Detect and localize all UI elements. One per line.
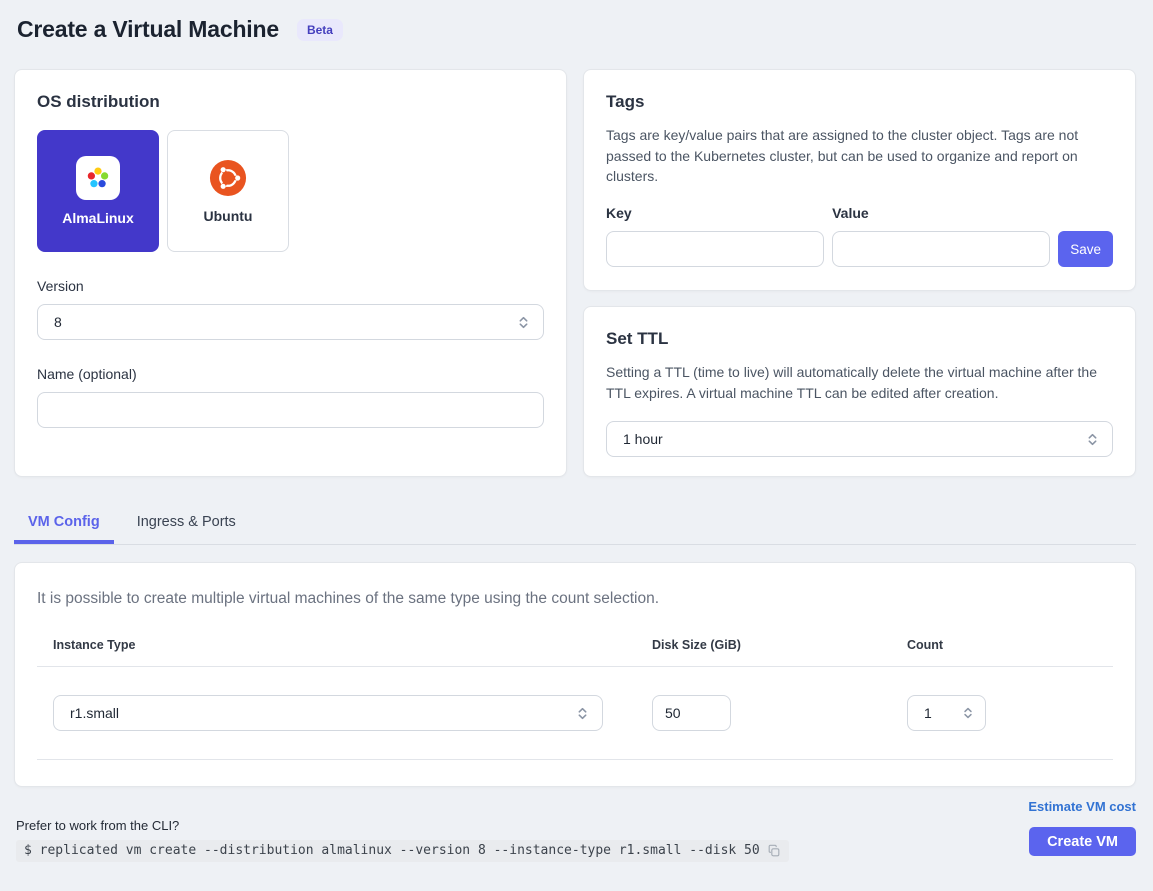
version-select-value: 8 (54, 314, 62, 330)
col-disk-size: Disk Size (GiB) (652, 638, 907, 652)
estimate-vm-cost-link[interactable]: Estimate VM cost (1028, 799, 1136, 814)
col-count: Count (907, 638, 1113, 652)
os-distribution-card: OS distribution AlmaLinux (14, 69, 567, 477)
ttl-card-title: Set TTL (606, 329, 1113, 349)
version-select[interactable]: 8 (37, 304, 544, 340)
chevron-updown-icon (575, 706, 590, 721)
cli-prompt: Prefer to work from the CLI? (16, 818, 789, 833)
count-stepper[interactable]: 1 (907, 695, 986, 731)
ubuntu-logo-icon (208, 158, 248, 198)
page-title: Create a Virtual Machine (17, 16, 279, 43)
tags-card-title: Tags (606, 92, 1113, 112)
vm-table-header: Instance Type Disk Size (GiB) Count (37, 638, 1113, 667)
tags-description: Tags are key/value pairs that are assign… (606, 125, 1113, 187)
right-column: Tags Tags are key/value pairs that are a… (583, 69, 1136, 477)
distribution-tiles: AlmaLinux (37, 130, 544, 252)
ttl-select[interactable]: 1 hour (606, 421, 1113, 457)
vm-table: Instance Type Disk Size (GiB) Count r1.s… (37, 638, 1113, 760)
copy-icon[interactable] (767, 844, 781, 858)
almalinux-logo-icon (76, 156, 120, 200)
tag-value-label: Value (832, 205, 1050, 221)
cli-command: $ replicated vm create --distribution al… (16, 840, 789, 862)
disk-size-input[interactable] (652, 695, 731, 731)
chevron-updown-icon (1085, 432, 1100, 447)
ttl-description: Setting a TTL (time to live) will automa… (606, 362, 1113, 403)
chevron-updown-icon (516, 315, 531, 330)
col-instance-type: Instance Type (53, 638, 652, 652)
top-section: OS distribution AlmaLinux (14, 69, 1136, 477)
tag-key-label: Key (606, 205, 824, 221)
vm-config-note: It is possible to create multiple virtua… (37, 590, 1113, 608)
tab-vm-config[interactable]: VM Config (14, 504, 114, 544)
os-card-title: OS distribution (37, 92, 544, 112)
tag-value-input[interactable] (832, 231, 1050, 267)
config-tabs: VM Config Ingress & Ports (14, 504, 1136, 545)
distro-label-almalinux: AlmaLinux (62, 210, 134, 226)
count-value: 1 (924, 705, 932, 721)
vm-config-card: It is possible to create multiple virtua… (14, 562, 1136, 787)
create-vm-button[interactable]: Create VM (1029, 827, 1136, 856)
name-input[interactable] (37, 392, 544, 428)
create-vm-page: Create a Virtual Machine Beta OS distrib… (0, 0, 1153, 891)
set-ttl-card: Set TTL Setting a TTL (time to live) wil… (583, 306, 1136, 477)
tag-key-input[interactable] (606, 231, 824, 267)
footer-actions: Estimate VM cost Create VM (1028, 799, 1136, 862)
distro-tile-almalinux[interactable]: AlmaLinux (37, 130, 159, 252)
distro-label-ubuntu: Ubuntu (204, 208, 253, 224)
instance-type-value: r1.small (70, 705, 119, 721)
page-footer: Prefer to work from the CLI? $ replicate… (14, 799, 1136, 862)
version-label: Version (37, 278, 544, 294)
save-tag-button[interactable]: Save (1058, 231, 1113, 267)
tag-key-value-row: Key Value Save (606, 205, 1113, 267)
name-label: Name (optional) (37, 366, 544, 382)
tag-value-field: Value (832, 205, 1050, 267)
ttl-select-value: 1 hour (623, 431, 663, 447)
table-row: r1.small 1 (37, 667, 1113, 760)
page-header: Create a Virtual Machine Beta (14, 14, 1136, 43)
cli-command-text: $ replicated vm create --distribution al… (24, 843, 760, 858)
chevron-updown-icon (961, 706, 975, 720)
instance-type-select[interactable]: r1.small (53, 695, 603, 731)
tags-card: Tags Tags are key/value pairs that are a… (583, 69, 1136, 291)
beta-badge: Beta (297, 19, 343, 41)
cli-block: Prefer to work from the CLI? $ replicate… (16, 818, 789, 862)
tab-ingress-ports[interactable]: Ingress & Ports (123, 504, 250, 544)
distro-tile-ubuntu[interactable]: Ubuntu (167, 130, 289, 252)
tag-key-field: Key (606, 205, 824, 267)
